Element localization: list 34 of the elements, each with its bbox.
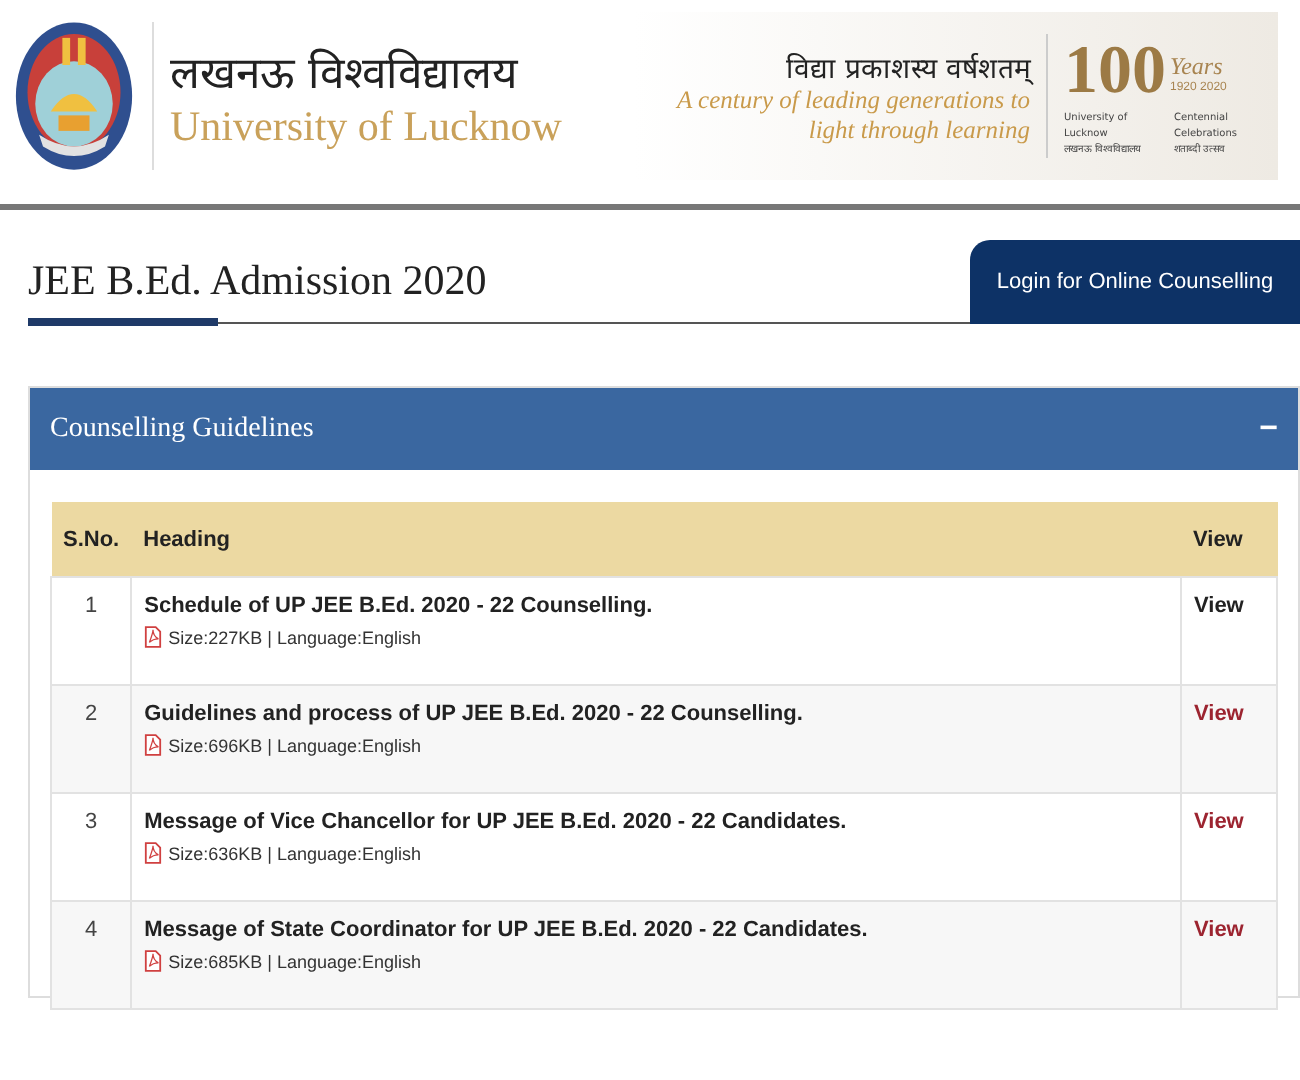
- document-title: Message of Vice Chancellor for UP JEE B.Ed. 2020 - 22 Candidates.: [144, 810, 849, 834]
- panel-title: Counselling Guidelines: [50, 413, 314, 445]
- pdf-icon: [144, 734, 163, 756]
- collapse-button[interactable]: −: [1259, 411, 1278, 447]
- page-title: JEE B.Ed. Admission 2020: [28, 256, 489, 306]
- table-cell: 2: [51, 685, 132, 793]
- column-header: Heading: [131, 502, 1181, 577]
- view-link[interactable]: View: [1194, 810, 1244, 834]
- university-hindi-name: लखनऊ विश्वविद्यालय: [170, 46, 520, 100]
- emblem-icon: [12, 18, 136, 174]
- table-cell: 4: [51, 901, 132, 1009]
- login-button[interactable]: Login for Online Counselling: [970, 240, 1300, 324]
- file-info: Size:636KB | Language:English: [168, 843, 422, 863]
- university-name: University of Lucknow: [170, 100, 564, 152]
- file-info: Size:227KB | Language:English: [168, 627, 422, 647]
- file-info: Size:696KB | Language:English: [168, 735, 422, 755]
- centenary-number: 100: [1064, 34, 1166, 110]
- tagline-text: light through learning: [808, 115, 1030, 145]
- pdf-icon: [144, 842, 163, 864]
- motto-text: विद्या प्रकाशस्य वर्षशतम्: [786, 51, 1030, 85]
- pdf-icon: [144, 626, 163, 648]
- years-text: Years: [1170, 51, 1225, 81]
- table-cell: 1: [51, 577, 132, 685]
- document-title: Message of State Coordinator for UP JEE B.Ed. 2020 - 22 Candidates.: [144, 918, 870, 942]
- view-link[interactable]: View: [1194, 594, 1244, 618]
- file-info: Size:685KB | Language:English: [168, 951, 422, 971]
- view-link[interactable]: View: [1194, 702, 1244, 726]
- tagline-text: A century of leading generations to: [677, 85, 1030, 115]
- document-title: Guidelines and process of UP JEE B.Ed. 2020 - 22 Counselling.: [144, 702, 805, 726]
- pdf-icon: [144, 950, 163, 972]
- column-header: View: [1181, 502, 1277, 577]
- column-header: S.No.: [51, 502, 132, 577]
- view-link[interactable]: View: [1194, 918, 1244, 942]
- document-title: Schedule of UP JEE B.Ed. 2020 - 22 Counselling.: [144, 594, 655, 618]
